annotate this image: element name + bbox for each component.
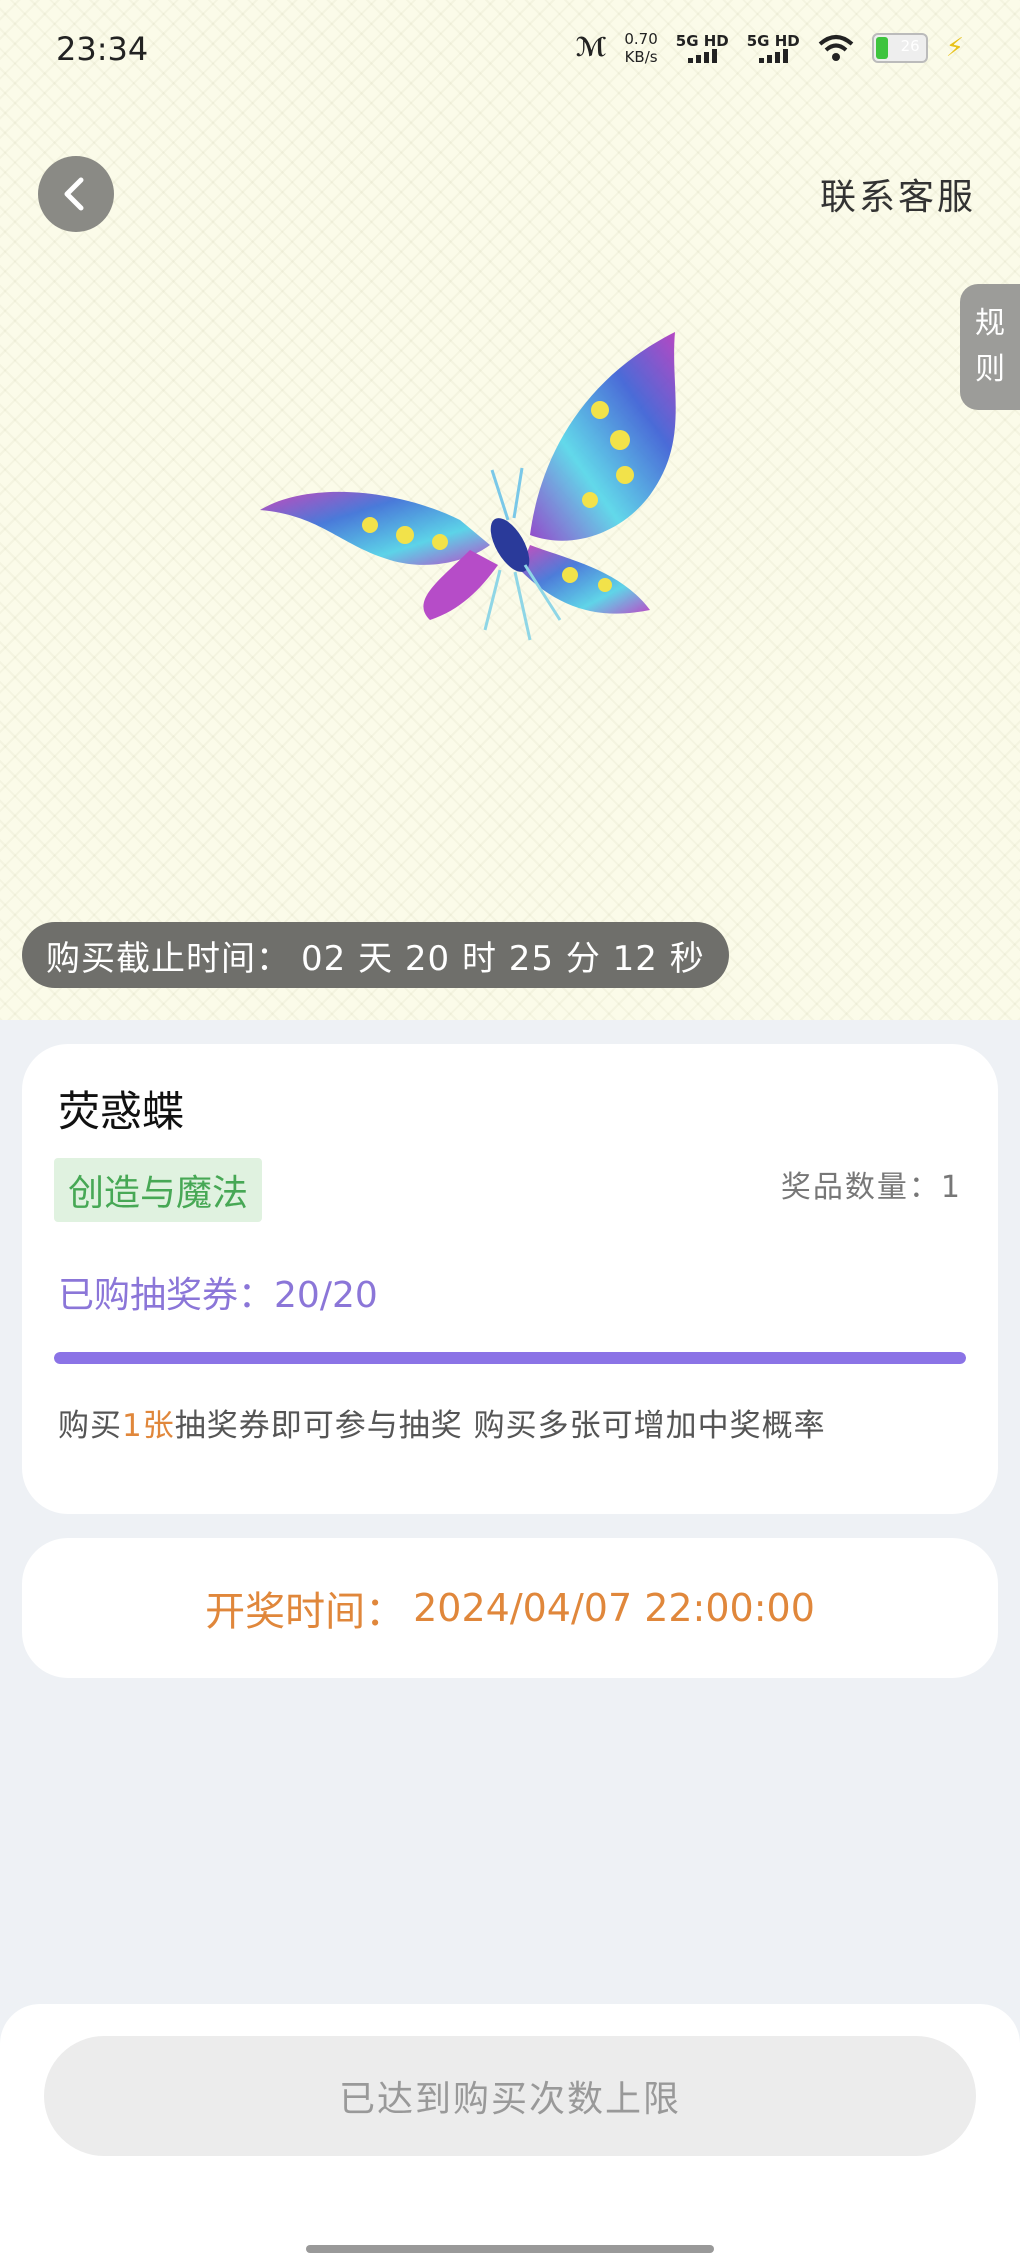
category-badge: 创造与魔法 bbox=[54, 1158, 263, 1222]
status-icons: ℳ 0.70 KB/s 5G HD 5G HD 26 ⚡ bbox=[576, 30, 964, 66]
back-button[interactable] bbox=[38, 156, 114, 232]
battery-level: 26 bbox=[900, 37, 920, 55]
sim2-signal-icon: 5G HD bbox=[747, 33, 800, 63]
prize-hero-area: 23:34 ℳ 0.70 KB/s 5G HD 5G HD 26 ⚡ 联系客服 … bbox=[0, 0, 1020, 1020]
prize-quantity-value: 1 bbox=[940, 1170, 962, 1205]
sim2-label: 5G HD bbox=[746, 32, 800, 50]
contact-support-link[interactable]: 联系客服 bbox=[820, 168, 976, 220]
net-speed: 0.70 KB/s bbox=[624, 30, 657, 66]
tickets-value: 20/20 bbox=[274, 1275, 378, 1316]
tickets-label: 已购抽奖券： bbox=[58, 1275, 275, 1316]
prize-name: 荧惑蝶 bbox=[58, 1087, 185, 1136]
prize-quantity-label: 奖品数量： bbox=[780, 1170, 941, 1205]
draw-time-label: 开奖时间： bbox=[205, 1589, 406, 1635]
purchased-tickets: 已购抽奖券：20/20 bbox=[58, 1266, 378, 1318]
prize-quantity: 奖品数量：1 bbox=[781, 1162, 962, 1206]
home-indicator[interactable] bbox=[306, 2245, 714, 2253]
draw-time-card: 开奖时间： 2024/04/07 22:00:00 bbox=[22, 1538, 998, 1678]
wifi-icon bbox=[818, 35, 854, 61]
countdown-label: 购买截止时间： bbox=[46, 938, 291, 979]
purchase-limit-button[interactable]: 已达到购买次数上限 bbox=[44, 2036, 976, 2156]
hint-suffix: 抽奖券即可参与抽奖 购买多张可增加中奖概率 bbox=[174, 1408, 826, 1444]
status-time: 23:34 bbox=[56, 30, 149, 68]
bottom-action-panel: 已达到购买次数上限 bbox=[0, 2004, 1020, 2267]
sim1-label: 5G HD bbox=[675, 32, 729, 50]
draw-time-value: 2024/04/07 22:00:00 bbox=[413, 1586, 815, 1630]
chevron-left-icon bbox=[64, 177, 84, 211]
status-bar: 23:34 ℳ 0.70 KB/s 5G HD 5G HD 26 ⚡ bbox=[0, 0, 1020, 100]
battery-icon: 26 bbox=[871, 33, 928, 63]
hint-prefix: 购买 bbox=[58, 1408, 122, 1444]
countdown-value: 02 天 20 时 25 分 12 秒 bbox=[301, 938, 705, 979]
rules-tab-char-2: 则 bbox=[975, 352, 1005, 387]
net-speed-unit: KB/s bbox=[624, 48, 658, 66]
sim1-signal-icon: 5G HD bbox=[676, 33, 729, 63]
app-logo-icon: ℳ bbox=[575, 33, 607, 63]
prize-image bbox=[260, 332, 676, 641]
tickets-progress-bar bbox=[54, 1352, 966, 1364]
purchase-hint: 购买1张抽奖券即可参与抽奖 购买多张可增加中奖概率 bbox=[58, 1400, 826, 1445]
tickets-progress-fill bbox=[54, 1352, 966, 1364]
rules-tab-char-1: 规 bbox=[975, 306, 1005, 341]
purchase-deadline-countdown: 购买截止时间： 02 天 20 时 25 分 12 秒 bbox=[22, 922, 729, 988]
charging-icon: ⚡ bbox=[945, 33, 964, 63]
rules-tab[interactable]: 规 则 bbox=[960, 284, 1020, 410]
prize-info-card: 荧惑蝶 创造与魔法 奖品数量：1 已购抽奖券：20/20 购买1张抽奖券即可参与… bbox=[22, 1044, 998, 1514]
net-speed-value: 0.70 bbox=[624, 30, 658, 48]
hint-highlight: 1张 bbox=[122, 1408, 175, 1444]
